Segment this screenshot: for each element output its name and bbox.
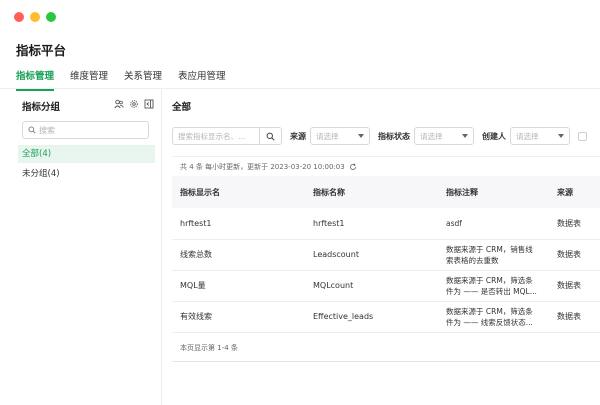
gear-icon[interactable] (129, 99, 139, 109)
cell-source: 数据表 (549, 301, 600, 333)
cell-source: 数据表 (549, 208, 600, 240)
group-people-icon[interactable] (114, 99, 124, 109)
window-controls (14, 12, 56, 22)
main-title: 全部 (172, 102, 192, 113)
sidebar-item-all[interactable]: 全部(4) (18, 145, 155, 163)
table-row[interactable]: MQL量 MQLcount 数据来源于 CRM，筛选条 件为 —— 是否转出 MQ… (172, 270, 600, 302)
note-line: 数据来源于 CRM，筛选条 (446, 275, 533, 285)
search-icon (266, 132, 275, 140)
sidebar: 指标分组 全部(4) 未分组(4) (0, 89, 162, 405)
filter-checkbox[interactable] (578, 131, 587, 141)
close-window-button[interactable] (14, 12, 24, 22)
minimize-window-button[interactable] (30, 12, 40, 22)
column-header-metric-note[interactable]: 指标注释 (438, 176, 549, 208)
note-line: 数据来源于 CRM，销售线 (446, 244, 533, 254)
note-line: 数据来源于 CRM，筛选条 (446, 306, 533, 316)
column-header-source[interactable]: 来源 (549, 176, 600, 208)
note-line: 件为 —— 线索反馈状态... (446, 317, 533, 327)
select-placeholder: 请选择 (316, 131, 339, 141)
app-title: 指标平台 (16, 43, 67, 58)
cell-display-name: 线索总数 (172, 239, 305, 271)
cell-metric-name: hrftest1 (305, 208, 438, 240)
pagination-summary: 本页显示第 1-4 条 (180, 344, 238, 352)
sidebar-actions (114, 99, 154, 109)
summary-line: 共 4 条 每小时更新，更新于 2023-03-20 10:00:03 (172, 156, 600, 176)
cell-metric-note: 数据来源于 CRM，筛选条 件为 —— 是否转出 MQL... (438, 270, 549, 302)
footer-divider (172, 361, 600, 362)
column-header-display-name[interactable]: 指标显示名 (172, 176, 305, 208)
table-header-row: 指标显示名 指标名称 指标注释 来源 (172, 176, 600, 208)
filter-status-select[interactable]: 请选择 (414, 127, 474, 145)
select-placeholder: 请选择 (420, 131, 443, 141)
sidebar-search (22, 121, 149, 139)
chevron-down-icon (558, 134, 564, 138)
sidebar-item-ungrouped[interactable]: 未分组(4) (18, 165, 155, 183)
summary-text: 共 4 条 每小时更新，更新于 2023-03-20 10:00:03 (180, 162, 345, 171)
note-line: 索表格的去重数 (446, 255, 499, 265)
chevron-down-icon (358, 134, 364, 138)
filter-creator-select[interactable]: 请选择 (510, 127, 570, 145)
filter-creator-label: 创建人 (482, 131, 506, 141)
filter-row: 来源 请选择 指标状态 请选择 创建人 请选择 (172, 127, 587, 145)
filter-status-label: 指标状态 (378, 131, 410, 141)
cell-source: 数据表 (549, 270, 600, 302)
table-row[interactable]: 有效线索 Effective_leads 数据来源于 CRM，筛选条 件为 —— … (172, 301, 600, 333)
cell-metric-name: Leadscount (305, 239, 438, 271)
metrics-table: 指标显示名 指标名称 指标注释 来源 hrftest1 hrftest1 asd… (172, 176, 600, 333)
cell-display-name: 有效线索 (172, 301, 305, 333)
column-header-metric-name[interactable]: 指标名称 (305, 176, 438, 208)
metric-search (172, 127, 260, 145)
metric-search-input[interactable] (178, 131, 258, 141)
select-placeholder: 请选择 (516, 131, 539, 141)
note-line: 件为 —— 是否转出 MQL... (446, 286, 537, 296)
cell-metric-note: 数据来源于 CRM，销售线 索表格的去重数 (438, 239, 549, 271)
cell-display-name: hrftest1 (172, 208, 305, 240)
search-icon (28, 126, 36, 134)
refresh-icon[interactable] (349, 162, 357, 171)
sidebar-title: 指标分组 (22, 102, 61, 113)
table-row[interactable]: hrftest1 hrftest1 asdf 数据表 (172, 208, 600, 240)
cell-display-name: MQL量 (172, 270, 305, 302)
cell-metric-name: MQLcount (305, 270, 438, 302)
filter-source-label: 来源 (290, 131, 306, 141)
chevron-down-icon (462, 134, 468, 138)
table-row[interactable]: 线索总数 Leadscount 数据来源于 CRM，销售线 索表格的去重数 数据表 (172, 239, 600, 271)
cell-source: 数据表 (549, 239, 600, 271)
filter-source-select[interactable]: 请选择 (310, 127, 370, 145)
sidebar-search-input[interactable] (39, 125, 139, 135)
cell-metric-name: Effective_leads (305, 301, 438, 333)
search-button[interactable] (260, 127, 282, 145)
cell-metric-note: 数据来源于 CRM，筛选条 件为 —— 线索反馈状态... (438, 301, 549, 333)
maximize-window-button[interactable] (46, 12, 56, 22)
collapse-sidebar-icon[interactable] (144, 99, 154, 109)
cell-metric-note: asdf (438, 208, 549, 240)
note-line: asdf (446, 218, 462, 228)
